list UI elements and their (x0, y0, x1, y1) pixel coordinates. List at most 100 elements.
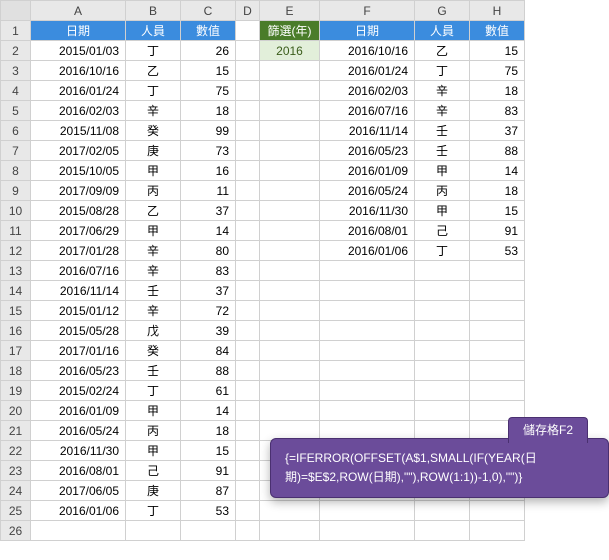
cell-h25[interactable] (470, 501, 525, 521)
cell-b24[interactable]: 庚 (126, 481, 181, 501)
cell-e19[interactable] (260, 381, 320, 401)
cell-g17[interactable] (415, 341, 470, 361)
cell-a17[interactable]: 2017/01/16 (31, 341, 126, 361)
cell-a11[interactable]: 2017/06/29 (31, 221, 126, 241)
cell-a5[interactable]: 2016/02/03 (31, 101, 126, 121)
cell-e6[interactable] (260, 121, 320, 141)
cell-h18[interactable] (470, 361, 525, 381)
cell-c15[interactable]: 72 (181, 301, 236, 321)
cell-g13[interactable] (415, 261, 470, 281)
cell-d16[interactable] (236, 321, 260, 341)
cell-d21[interactable] (236, 421, 260, 441)
row-header-16[interactable]: 16 (1, 321, 31, 341)
cell-e26[interactable] (260, 521, 320, 541)
cell-f16[interactable] (320, 321, 415, 341)
cell-c7[interactable]: 73 (181, 141, 236, 161)
cell-g11[interactable]: 己 (415, 221, 470, 241)
cell-g12[interactable]: 丁 (415, 241, 470, 261)
cell-b11[interactable]: 甲 (126, 221, 181, 241)
cell-d19[interactable] (236, 381, 260, 401)
cell-f2[interactable]: 2016/10/16 (320, 41, 415, 61)
cell-f15[interactable] (320, 301, 415, 321)
row-header-7[interactable]: 7 (1, 141, 31, 161)
cell-d25[interactable] (236, 501, 260, 521)
cell-g20[interactable] (415, 401, 470, 421)
cell-c8[interactable]: 16 (181, 161, 236, 181)
cell-a14[interactable]: 2016/11/14 (31, 281, 126, 301)
cell-d24[interactable] (236, 481, 260, 501)
row-header-2[interactable]: 2 (1, 41, 31, 61)
cell-a8[interactable]: 2015/10/05 (31, 161, 126, 181)
cell-a18[interactable]: 2016/05/23 (31, 361, 126, 381)
cell-f6[interactable]: 2016/11/14 (320, 121, 415, 141)
cell-d8[interactable] (236, 161, 260, 181)
hdr-f-person[interactable]: 人員 (415, 21, 470, 41)
cell-d18[interactable] (236, 361, 260, 381)
cell-b21[interactable]: 丙 (126, 421, 181, 441)
cell-c20[interactable]: 14 (181, 401, 236, 421)
cell-a12[interactable]: 2017/01/28 (31, 241, 126, 261)
cell-a2[interactable]: 2015/01/03 (31, 41, 126, 61)
cell-b26[interactable] (126, 521, 181, 541)
row-header-22[interactable]: 22 (1, 441, 31, 461)
cell-e14[interactable] (260, 281, 320, 301)
hdr-a-date[interactable]: 日期 (31, 21, 126, 41)
cell-a24[interactable]: 2017/06/05 (31, 481, 126, 501)
cell-a15[interactable]: 2015/01/12 (31, 301, 126, 321)
cell-c19[interactable]: 61 (181, 381, 236, 401)
cell-c17[interactable]: 84 (181, 341, 236, 361)
cell-c3[interactable]: 15 (181, 61, 236, 81)
cell-b19[interactable]: 丁 (126, 381, 181, 401)
cell-b16[interactable]: 戊 (126, 321, 181, 341)
cell-d2[interactable] (236, 41, 260, 61)
hdr-a-person[interactable]: 人員 (126, 21, 181, 41)
cell-b3[interactable]: 乙 (126, 61, 181, 81)
cell-g26[interactable] (415, 521, 470, 541)
cell-f7[interactable]: 2016/05/23 (320, 141, 415, 161)
cell-e16[interactable] (260, 321, 320, 341)
cell-a3[interactable]: 2016/10/16 (31, 61, 126, 81)
cell-e12[interactable] (260, 241, 320, 261)
cell-a10[interactable]: 2015/08/28 (31, 201, 126, 221)
col-header-A[interactable]: A (31, 1, 126, 21)
cell-c23[interactable]: 91 (181, 461, 236, 481)
cell-h19[interactable] (470, 381, 525, 401)
col-header-D[interactable]: D (236, 1, 260, 21)
cell-c4[interactable]: 75 (181, 81, 236, 101)
row-header-12[interactable]: 12 (1, 241, 31, 261)
cell-e15[interactable] (260, 301, 320, 321)
cell-b9[interactable]: 丙 (126, 181, 181, 201)
cell-f12[interactable]: 2016/01/06 (320, 241, 415, 261)
cell-c5[interactable]: 18 (181, 101, 236, 121)
cell-h15[interactable] (470, 301, 525, 321)
cell-d10[interactable] (236, 201, 260, 221)
cell-e25[interactable] (260, 501, 320, 521)
cell-h12[interactable]: 53 (470, 241, 525, 261)
row-header-11[interactable]: 11 (1, 221, 31, 241)
cell-f13[interactable] (320, 261, 415, 281)
cell-c16[interactable]: 39 (181, 321, 236, 341)
row-header-1[interactable]: 1 (1, 21, 31, 41)
cell-a21[interactable]: 2016/05/24 (31, 421, 126, 441)
cell-d23[interactable] (236, 461, 260, 481)
cell-b12[interactable]: 辛 (126, 241, 181, 261)
cell-d22[interactable] (236, 441, 260, 461)
cell-b15[interactable]: 辛 (126, 301, 181, 321)
cell-f14[interactable] (320, 281, 415, 301)
row-header-26[interactable]: 26 (1, 521, 31, 541)
row-header-6[interactable]: 6 (1, 121, 31, 141)
cell-f9[interactable]: 2016/05/24 (320, 181, 415, 201)
cell-d11[interactable] (236, 221, 260, 241)
cell-c2[interactable]: 26 (181, 41, 236, 61)
cell-b8[interactable]: 甲 (126, 161, 181, 181)
row-header-14[interactable]: 14 (1, 281, 31, 301)
cell-g2[interactable]: 乙 (415, 41, 470, 61)
row-header-23[interactable]: 23 (1, 461, 31, 481)
cell-f8[interactable]: 2016/01/09 (320, 161, 415, 181)
cell-h9[interactable]: 18 (470, 181, 525, 201)
cell-h4[interactable]: 18 (470, 81, 525, 101)
cell-c25[interactable]: 53 (181, 501, 236, 521)
cell-h17[interactable] (470, 341, 525, 361)
cell-g6[interactable]: 壬 (415, 121, 470, 141)
cell-h16[interactable] (470, 321, 525, 341)
